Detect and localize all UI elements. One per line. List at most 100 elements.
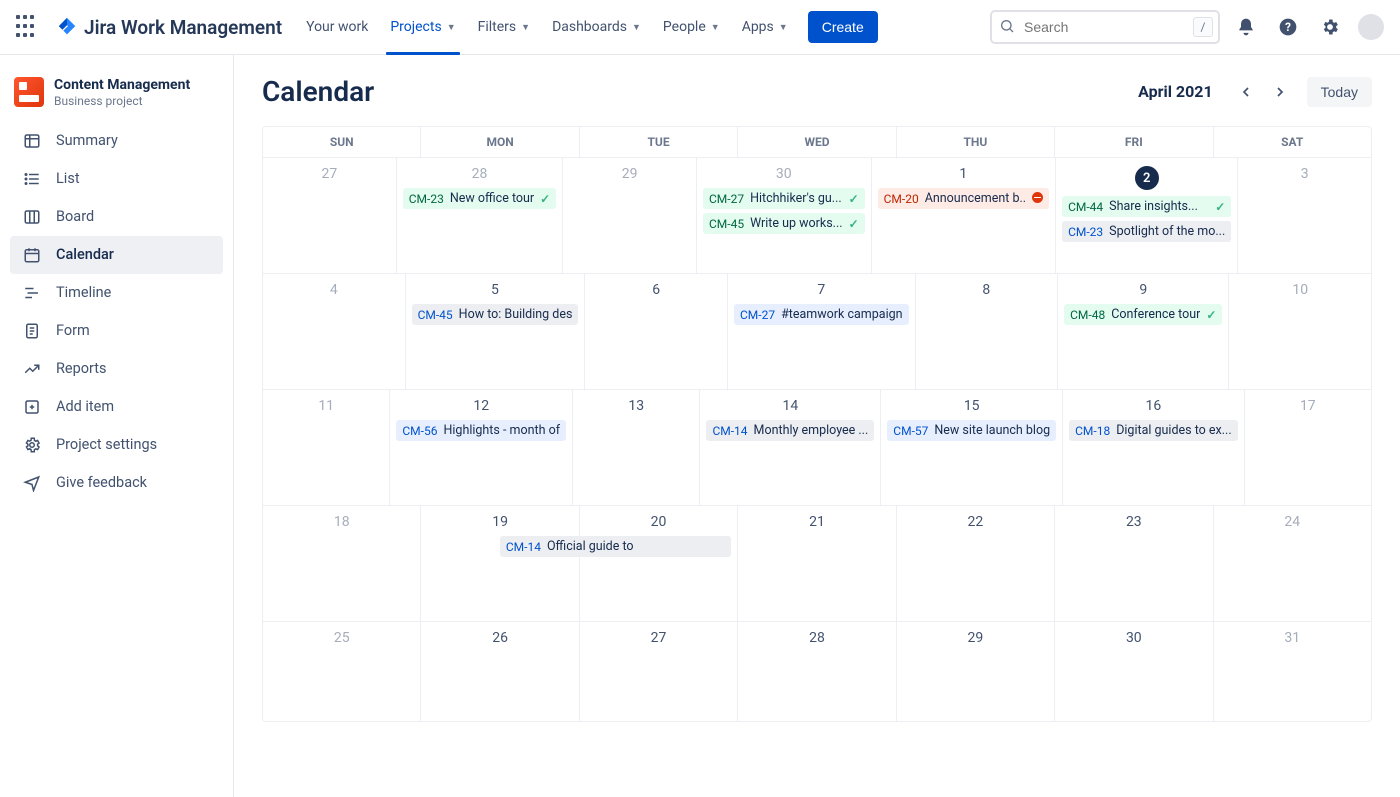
sidebar-item-reports[interactable]: Reports xyxy=(10,350,223,388)
day-cell[interactable]: 30 xyxy=(1055,622,1213,721)
day-number: 20 xyxy=(586,514,731,530)
nav-people[interactable]: People▼ xyxy=(655,0,728,54)
day-cell[interactable]: 19 xyxy=(421,506,579,621)
day-cell[interactable]: 24 xyxy=(1214,506,1371,621)
day-cell[interactable]: 12 CM-56Highlights - month of xyxy=(390,390,573,505)
brand-logo[interactable]: Jira Work Management xyxy=(56,16,282,39)
day-cell[interactable]: 8 xyxy=(916,274,1059,389)
calendar-event[interactable]: CM-45Write up works...✓ xyxy=(703,213,865,234)
help-icon[interactable]: ? xyxy=(1272,11,1304,43)
check-icon: ✓ xyxy=(1215,200,1225,214)
day-cell[interactable]: 7 CM-27#teamwork campaign xyxy=(728,274,916,389)
event-key: CM-27 xyxy=(709,192,744,206)
profile-avatar[interactable] xyxy=(1358,14,1384,40)
nav-apps[interactable]: Apps▼ xyxy=(734,0,796,54)
day-cell[interactable]: 16 CM-18Digital guides to ex... xyxy=(1063,390,1245,505)
app-switcher-icon[interactable] xyxy=(16,15,40,39)
nav-filters[interactable]: Filters▼ xyxy=(470,0,538,54)
nav-projects[interactable]: Projects▼ xyxy=(382,0,463,54)
settings-icon[interactable] xyxy=(1314,11,1346,43)
day-cell[interactable]: 1 CM-20Announcement b.. xyxy=(872,158,1056,273)
day-cell[interactable]: 28 xyxy=(738,622,896,721)
day-cell[interactable]: 21 xyxy=(738,506,896,621)
day-cell[interactable]: 2 CM-44Share insights...✓ CM-23Spotlight… xyxy=(1056,158,1238,273)
calendar-event[interactable]: CM-18Digital guides to ex... xyxy=(1069,420,1238,441)
day-cell[interactable]: 17 xyxy=(1245,390,1371,505)
calendar-event[interactable]: CM-23New office tour✓ xyxy=(403,188,557,209)
calendar-event[interactable]: CM-20Announcement b.. xyxy=(878,188,1049,209)
chevron-down-icon: ▼ xyxy=(711,22,720,33)
sidebar-item-settings[interactable]: Project settings xyxy=(10,426,223,464)
dow-mon: MON xyxy=(421,127,579,157)
calendar-event[interactable]: CM-14Official guide to xyxy=(500,536,731,557)
day-cell[interactable]: 30 CM-27Hitchhiker's gu...✓ CM-45Write u… xyxy=(697,158,872,273)
day-cell[interactable]: 27 xyxy=(263,158,397,273)
day-cell[interactable]: 14 CM-14Monthly employee ... xyxy=(700,390,881,505)
reports-icon xyxy=(22,359,42,379)
sidebar-item-feedback[interactable]: Give feedback xyxy=(10,464,223,502)
chevron-right-icon xyxy=(1272,84,1288,100)
sidebar-label: Calendar xyxy=(56,246,114,263)
event-key: CM-48 xyxy=(1070,308,1105,322)
calendar-event[interactable]: CM-56Highlights - month of xyxy=(396,420,566,441)
next-month-button[interactable] xyxy=(1265,77,1295,107)
day-cell[interactable]: 28 CM-23New office tour✓ xyxy=(397,158,564,273)
nav-your-work[interactable]: Your work xyxy=(298,0,376,54)
sidebar-item-calendar[interactable]: Calendar xyxy=(10,236,223,274)
sidebar-item-list[interactable]: List xyxy=(10,160,223,198)
sidebar-item-summary[interactable]: Summary xyxy=(10,122,223,160)
day-cell[interactable]: 22 xyxy=(897,506,1055,621)
day-cell[interactable]: 23 xyxy=(1055,506,1213,621)
day-cell[interactable]: 29 xyxy=(563,158,697,273)
day-cell[interactable]: 15 CM-57New site launch blog xyxy=(881,390,1063,505)
top-nav: Jira Work Management Your work Projects▼… xyxy=(0,0,1400,55)
search-input[interactable] xyxy=(990,10,1220,44)
day-cell[interactable]: 6 xyxy=(585,274,728,389)
day-cell[interactable]: 5 CM-45How to: Building des xyxy=(406,274,586,389)
day-number: 14 xyxy=(706,398,874,414)
calendar-event[interactable]: CM-27#teamwork campaign xyxy=(734,304,909,325)
sidebar-item-timeline[interactable]: Timeline xyxy=(10,274,223,312)
calendar-event[interactable]: CM-44Share insights...✓ xyxy=(1062,196,1231,217)
sidebar-label: List xyxy=(56,170,80,187)
notifications-icon[interactable] xyxy=(1230,11,1262,43)
sidebar-item-form[interactable]: Form xyxy=(10,312,223,350)
nav-dashboards[interactable]: Dashboards▼ xyxy=(544,0,649,54)
today-button[interactable]: Today xyxy=(1307,77,1372,107)
day-cell[interactable]: 27 xyxy=(580,622,738,721)
board-icon xyxy=(22,207,42,227)
dow-tue: TUE xyxy=(580,127,738,157)
day-cell[interactable]: 9 CM-48Conference tour✓ xyxy=(1058,274,1229,389)
project-icon xyxy=(14,77,44,107)
timeline-icon xyxy=(22,283,42,303)
day-cell[interactable]: 29 xyxy=(897,622,1055,721)
day-cell[interactable]: 3 xyxy=(1238,158,1371,273)
calendar-event[interactable]: CM-57New site launch blog xyxy=(887,420,1056,441)
event-key: CM-45 xyxy=(709,217,744,231)
dow-thu: THU xyxy=(897,127,1055,157)
day-cell[interactable]: 18 xyxy=(263,506,421,621)
sidebar-label: Board xyxy=(56,208,94,225)
prev-month-button[interactable] xyxy=(1231,77,1261,107)
project-header[interactable]: Content Management Business project xyxy=(10,73,223,122)
day-cell[interactable]: 26 xyxy=(421,622,579,721)
calendar-event[interactable]: CM-27Hitchhiker's gu...✓ xyxy=(703,188,865,209)
day-cell[interactable]: 10 xyxy=(1229,274,1371,389)
create-button[interactable]: Create xyxy=(808,11,878,43)
event-title: Highlights - month of xyxy=(443,423,560,438)
day-cell[interactable]: 13 xyxy=(573,390,700,505)
calendar-event[interactable]: CM-45How to: Building des xyxy=(412,304,579,325)
calendar-event[interactable]: CM-23Spotlight of the mo... xyxy=(1062,221,1231,242)
day-cell[interactable]: 25 xyxy=(263,622,421,721)
calendar-event[interactable]: CM-48Conference tour✓ xyxy=(1064,304,1222,325)
day-cell[interactable]: 20 CM-14Official guide to xyxy=(580,506,738,621)
event-key: CM-44 xyxy=(1068,200,1103,214)
day-number: 12 xyxy=(396,398,566,414)
sidebar-item-board[interactable]: Board xyxy=(10,198,223,236)
search-icon xyxy=(999,18,1015,34)
calendar-event[interactable]: CM-14Monthly employee ... xyxy=(706,420,874,441)
sidebar-item-add[interactable]: Add item xyxy=(10,388,223,426)
day-cell[interactable]: 4 xyxy=(263,274,406,389)
day-cell[interactable]: 11 xyxy=(263,390,390,505)
day-cell[interactable]: 31 xyxy=(1214,622,1371,721)
